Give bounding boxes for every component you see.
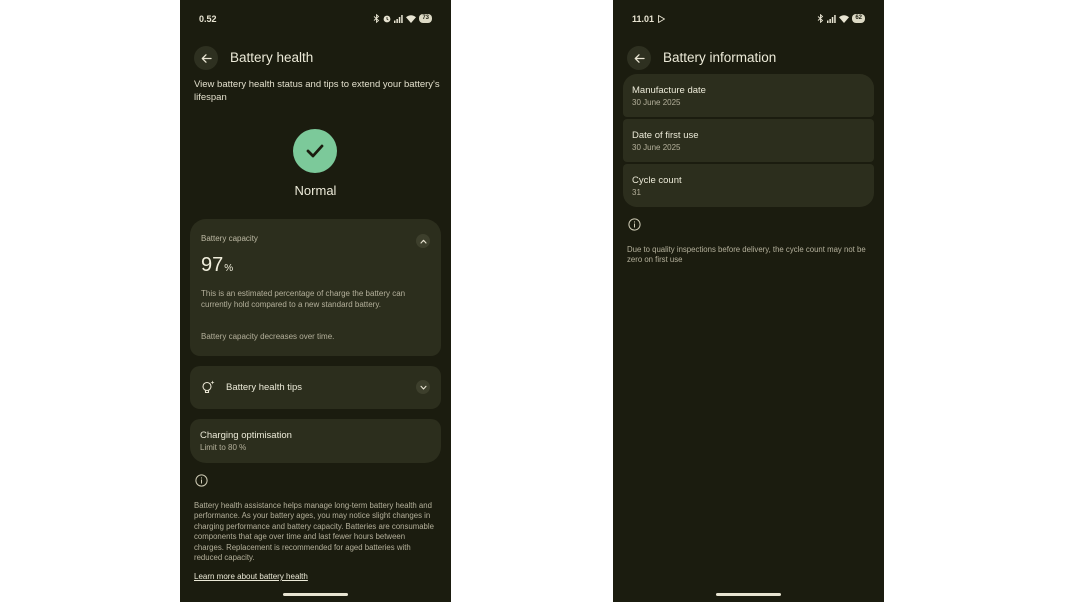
signal-icon: [394, 14, 404, 23]
status-bar: 0.52 73: [199, 14, 432, 26]
battery-level: 73: [419, 14, 432, 23]
status-time-text: 11.01: [632, 14, 655, 24]
check-icon: [306, 144, 324, 158]
battery-health-screen: 0.52 73 Battery health View battery heal…: [180, 0, 451, 602]
wifi-icon: [839, 14, 850, 23]
info-item-value: 30 June 2025: [632, 98, 681, 107]
battery-level: 62: [852, 14, 865, 23]
capacity-unit: %: [224, 263, 234, 274]
status-time: 0.52: [199, 14, 217, 24]
battery-capacity-card[interactable]: Battery capacity 97% This is an estimate…: [190, 219, 441, 356]
battery-information-screen: 11.01 62 Battery information Manufacture…: [613, 0, 884, 602]
gesture-nav-handle[interactable]: [716, 593, 781, 596]
info-item-value: 30 June 2025: [632, 143, 681, 152]
alarm-icon: [383, 15, 391, 22]
page-title: Battery health: [230, 50, 314, 65]
page-title: Battery information: [663, 50, 777, 65]
battery-health-info-text: Battery health assistance helps manage l…: [194, 501, 434, 563]
charging-sublabel: Limit to 80 %: [200, 443, 247, 452]
status-bar: 11.01 62: [632, 14, 865, 26]
collapse-capacity-button[interactable]: [416, 234, 430, 248]
chevron-up-icon: [419, 239, 427, 244]
status-time: 11.01: [632, 14, 665, 24]
arrow-left-icon: [634, 53, 645, 63]
info-item-title: Cycle count: [632, 175, 682, 186]
cycle-count-note: Due to quality inspections before delive…: [627, 245, 866, 265]
battery-health-tips-card[interactable]: Battery health tips: [190, 366, 441, 409]
play-store-icon: [658, 15, 665, 23]
learn-more-link[interactable]: Learn more about battery health: [194, 572, 308, 581]
back-button[interactable]: [627, 46, 651, 70]
page-subtitle: View battery health status and tips to e…: [194, 79, 440, 103]
tips-label: Battery health tips: [226, 382, 303, 393]
expand-tips-button[interactable]: [416, 380, 430, 394]
lightbulb-sparkle-icon: [202, 380, 215, 394]
bluetooth-icon: [374, 14, 380, 23]
manufacture-date-item: Manufacture date 30 June 2025: [623, 74, 874, 117]
info-icon: [628, 218, 641, 231]
chevron-down-icon: [419, 385, 427, 390]
signal-icon: [827, 14, 837, 23]
first-use-date-item: Date of first use 30 June 2025: [623, 119, 874, 162]
health-status-label: Normal: [294, 183, 337, 198]
arrow-left-icon: [201, 53, 212, 63]
info-item-title: Manufacture date: [632, 85, 706, 96]
wifi-icon: [406, 14, 417, 23]
status-icons: 73: [373, 14, 432, 23]
charging-optimisation-item[interactable]: Charging optimisation Limit to 80 %: [190, 419, 441, 463]
gesture-nav-handle[interactable]: [283, 593, 348, 596]
info-item-value: 31: [632, 188, 641, 197]
info-icon: [195, 474, 208, 487]
capacity-value: 97%: [201, 254, 233, 277]
capacity-description: This is an estimated percentage of charg…: [201, 289, 406, 309]
capacity-number: 97: [201, 254, 224, 276]
info-item-title: Date of first use: [632, 130, 699, 141]
health-status-indicator: [293, 129, 337, 173]
back-button[interactable]: [194, 46, 218, 70]
status-icons: 62: [817, 14, 865, 23]
cycle-count-item: Cycle count 31: [623, 164, 874, 207]
capacity-note: Battery capacity decreases over time.: [201, 332, 335, 341]
charging-label: Charging optimisation: [200, 430, 292, 441]
capacity-title: Battery capacity: [201, 234, 258, 243]
bluetooth-icon: [818, 14, 824, 23]
